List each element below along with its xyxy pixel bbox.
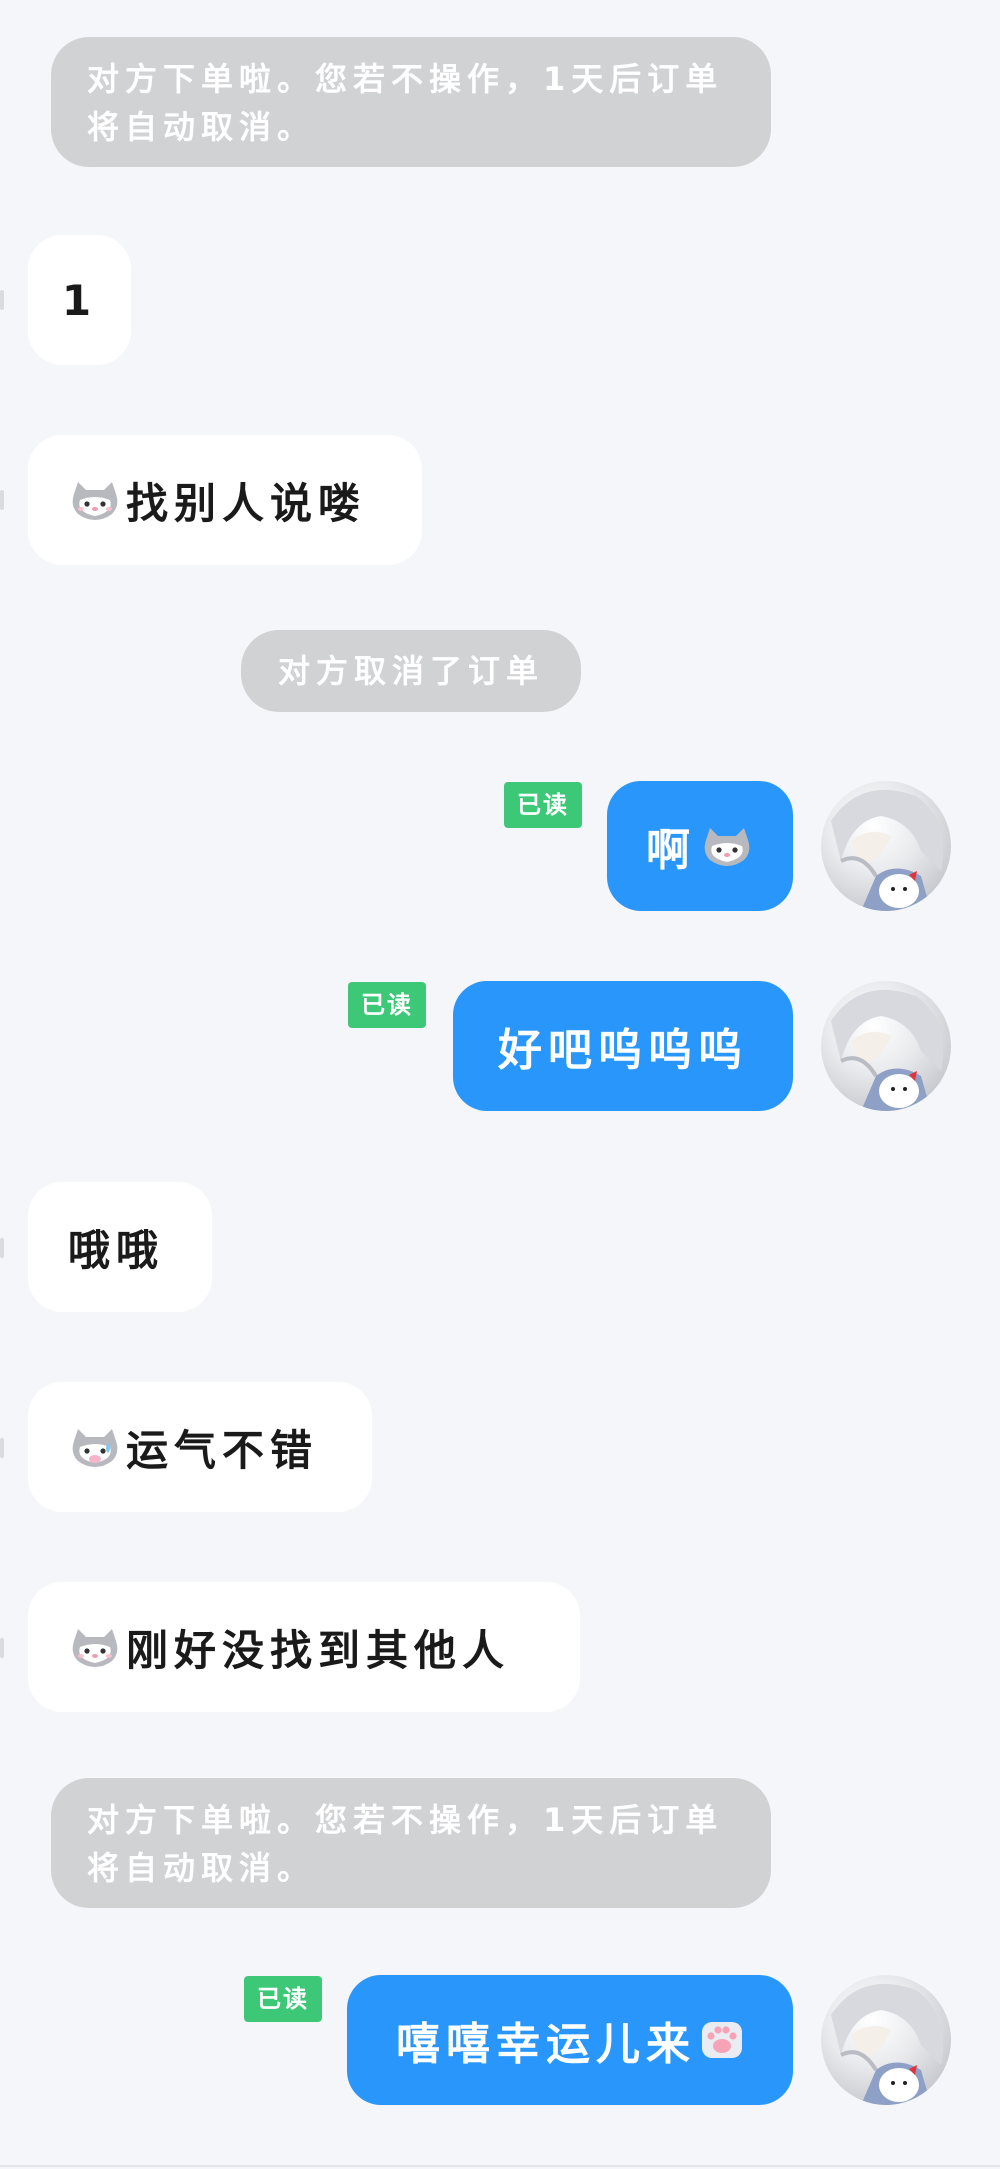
read-badge-text: 已读 — [361, 991, 413, 1019]
read-badge-text: 已读 — [257, 1985, 309, 2013]
read-badge: 已读 — [348, 982, 426, 1028]
outgoing-message-bubble[interactable]: 嘻嘻幸运儿来 — [347, 1975, 793, 2105]
read-badge-text: 已读 — [517, 791, 569, 819]
system-message-order-cancelled: 对方取消了订单 — [241, 630, 581, 712]
user-avatar[interactable] — [821, 981, 951, 1111]
incoming-message-bubble[interactable]: 哦哦 — [28, 1182, 212, 1312]
paw-icon — [702, 2022, 742, 2058]
edge-indicator — [0, 490, 4, 510]
edge-indicator — [0, 1238, 4, 1258]
anime-avatar-icon — [831, 1983, 944, 2105]
edge-indicator — [0, 1438, 4, 1458]
incoming-message-bubble[interactable]: 刚好没找到其他人 — [28, 1582, 580, 1712]
system-message-order-placed: 对方下单啦。您若不操作，1天后订单将自动取消。 — [51, 37, 771, 167]
cat-face-icon — [704, 828, 750, 866]
system-message-text: 对方取消了订单 — [277, 652, 544, 690]
read-badge: 已读 — [504, 782, 582, 828]
incoming-message-bubble[interactable]: 1 — [28, 235, 131, 365]
outgoing-message-bubble[interactable]: 啊 — [607, 781, 793, 911]
message-text: 运气不错 — [126, 1425, 319, 1475]
user-avatar[interactable] — [821, 781, 951, 911]
message-text: 刚好没找到其他人 — [126, 1625, 511, 1675]
message-text: 找别人说喽 — [126, 478, 367, 528]
edge-indicator — [0, 1638, 4, 1658]
anime-avatar-icon — [831, 989, 944, 1111]
incoming-message-bubble[interactable]: 运气不错 — [28, 1382, 372, 1512]
message-text: 啊 — [646, 825, 696, 876]
cat-face-icon — [72, 1429, 118, 1467]
system-message-order-placed: 对方下单啦。您若不操作，1天后订单将自动取消。 — [51, 1778, 771, 1908]
system-message-text: 对方下单啦。您若不操作，1天后订单将自动取消。 — [87, 60, 724, 146]
user-avatar[interactable] — [821, 1975, 951, 2105]
system-message-text: 对方下单啦。您若不操作，1天后订单将自动取消。 — [87, 1801, 724, 1887]
message-text: 哦哦 — [68, 1225, 165, 1275]
message-text: 1 — [61, 275, 98, 325]
incoming-message-bubble[interactable]: 找别人说喽 — [28, 435, 422, 565]
bottom-divider — [0, 2165, 1000, 2167]
cat-face-icon — [72, 482, 118, 520]
edge-indicator — [0, 290, 4, 310]
message-text: 好吧呜呜呜 — [498, 1025, 748, 1076]
anime-avatar-icon — [831, 789, 944, 911]
outgoing-message-bubble[interactable]: 好吧呜呜呜 — [453, 981, 793, 1111]
message-text: 嘻嘻幸运儿来 — [396, 2019, 696, 2070]
cat-face-icon — [72, 1629, 118, 1667]
read-badge: 已读 — [244, 1976, 322, 2022]
